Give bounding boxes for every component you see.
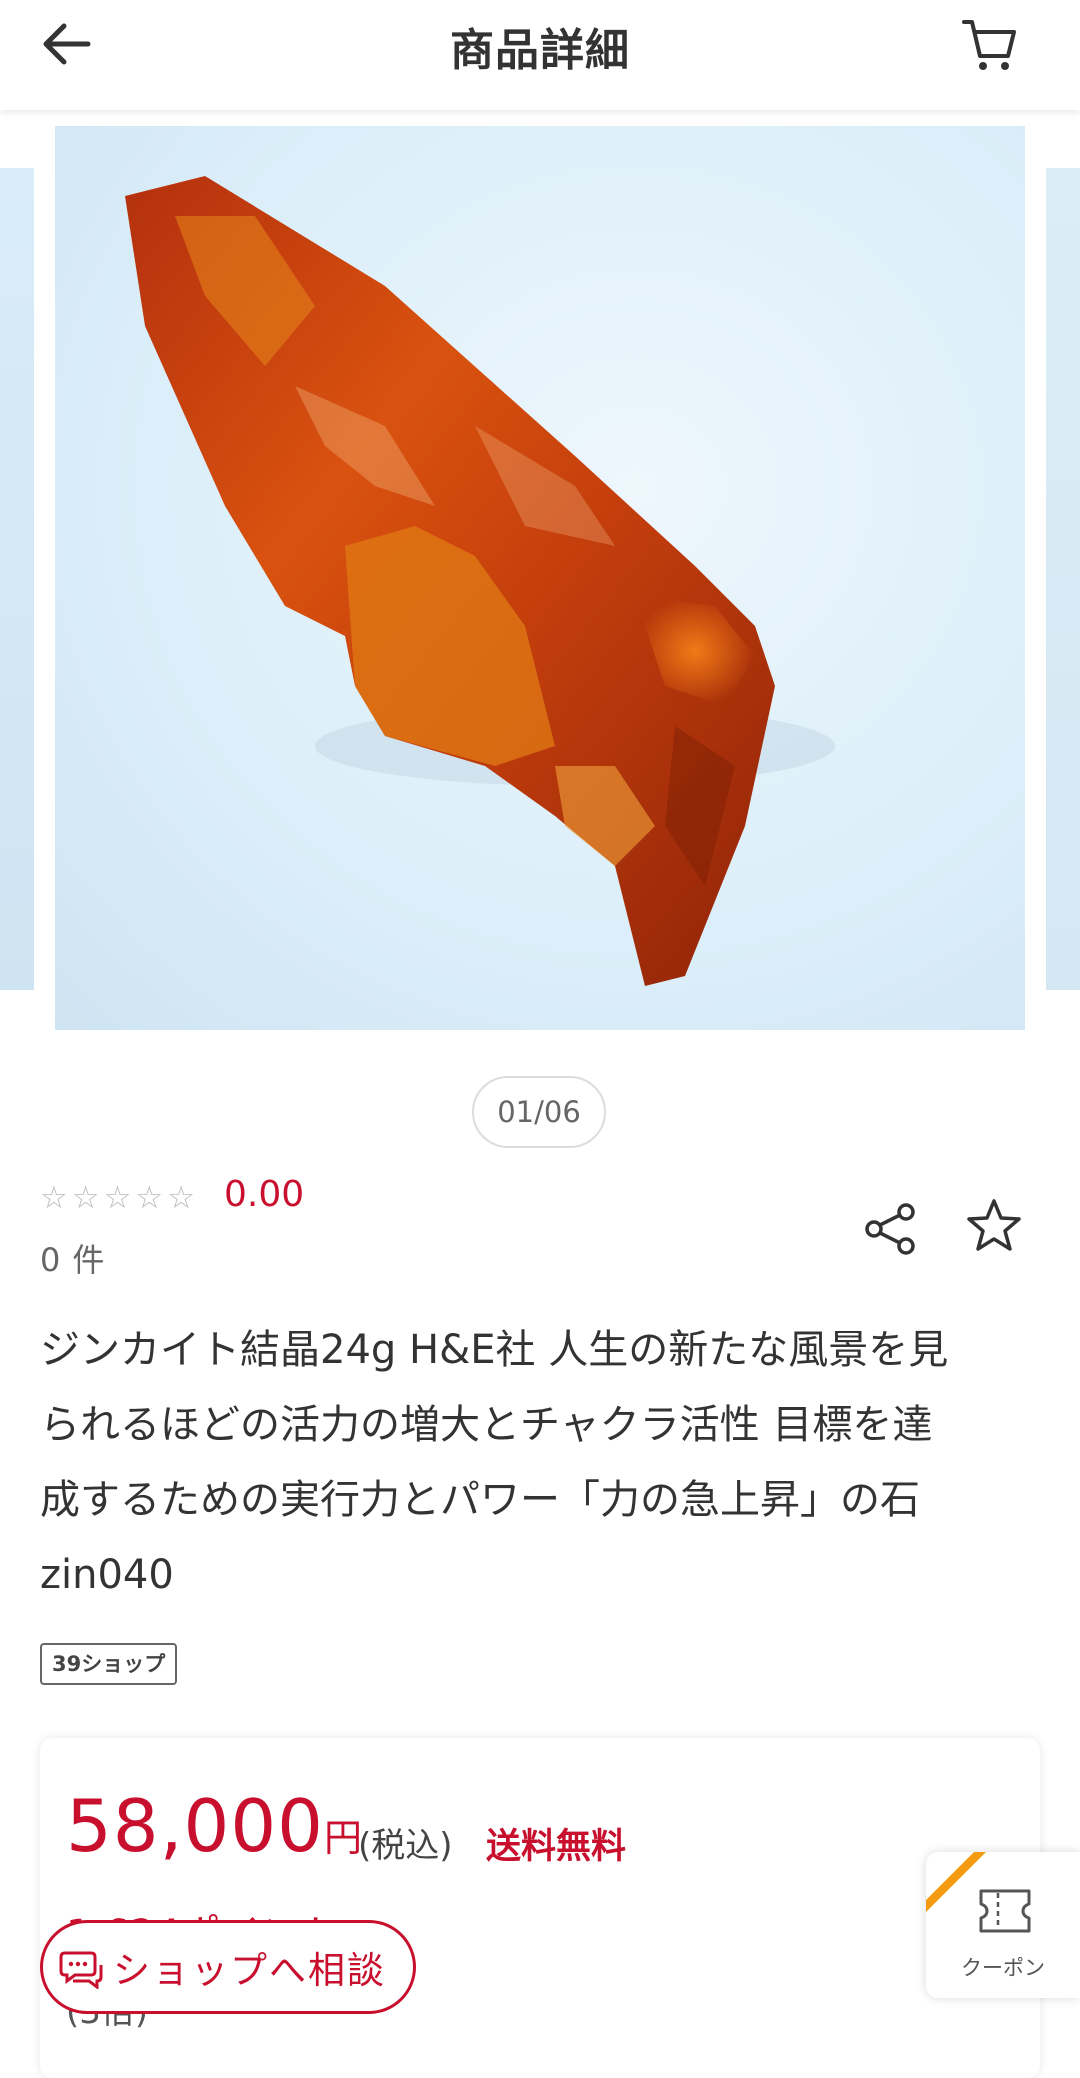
consult-shop-label: ショップへ相談 (113, 1949, 386, 1992)
shop-tag: 39ショップ (40, 1643, 178, 1685)
star-outline-icon: ☆ (135, 1180, 164, 1216)
chat-bubble-icon (59, 1951, 103, 1989)
product-image[interactable] (55, 126, 1025, 1030)
product-title-line: 成するための実行力とパワー「力の急上昇」の石 (40, 1477, 920, 1523)
consult-shop-button[interactable]: ショップへ相談 (40, 1920, 416, 2014)
price-unit: 円 (323, 1816, 362, 1860)
favorite-star-icon[interactable] (964, 1196, 1024, 1256)
product-title-line: られるほどの活力の増大とチャクラ活性 目標を達 (40, 1402, 933, 1448)
price: 58,000円 (66, 1784, 362, 1868)
product-title-line: ジンカイト結晶24g H&E社 人生の新たな風景を見 (40, 1327, 949, 1373)
free-shipping-label: 送料無料 (486, 1827, 627, 1867)
coupon-button[interactable]: クーポン (926, 1852, 1080, 1998)
share-icon[interactable] (862, 1200, 920, 1258)
price-amount: 58,000 (66, 1784, 324, 1868)
product-title: ジンカイト結晶24g H&E社 人生の新たな風景を見 られるほどの活力の増大とチ… (40, 1313, 1030, 1613)
star-outline-icon: ☆ (103, 1180, 132, 1216)
ticket-icon (979, 1889, 1031, 1933)
star-outline-icon: ☆ (71, 1180, 100, 1216)
tax-label: (税込) (358, 1826, 453, 1866)
star-outline-icon: ☆ (167, 1180, 195, 1216)
star-outline-icon: ☆ (40, 1180, 68, 1216)
rating-score: 0.00 (224, 1174, 305, 1215)
review-count-unit: 件 (72, 1241, 105, 1279)
product-title-line: zin040 (40, 1552, 174, 1598)
coupon-label: クーポン (961, 1956, 1045, 1980)
top-bar: 商品詳細 (0, 0, 1080, 110)
image-counter: 01/06 (472, 1076, 606, 1148)
carousel-next-slide[interactable] (1046, 168, 1080, 990)
page-title: 商品詳細 (450, 25, 630, 76)
review-count[interactable]: 0件 (40, 1235, 104, 1281)
image-carousel[interactable] (0, 120, 1080, 1040)
carousel-prev-slide[interactable] (0, 168, 34, 990)
rating-stars: ☆ ☆ ☆ ☆ ☆ (40, 1178, 195, 1218)
corner-ribbon-icon (926, 1852, 986, 1912)
zincite-crystal-image (125, 176, 835, 986)
review-count-number: 0 (40, 1241, 61, 1279)
cart-icon[interactable] (958, 12, 1022, 76)
